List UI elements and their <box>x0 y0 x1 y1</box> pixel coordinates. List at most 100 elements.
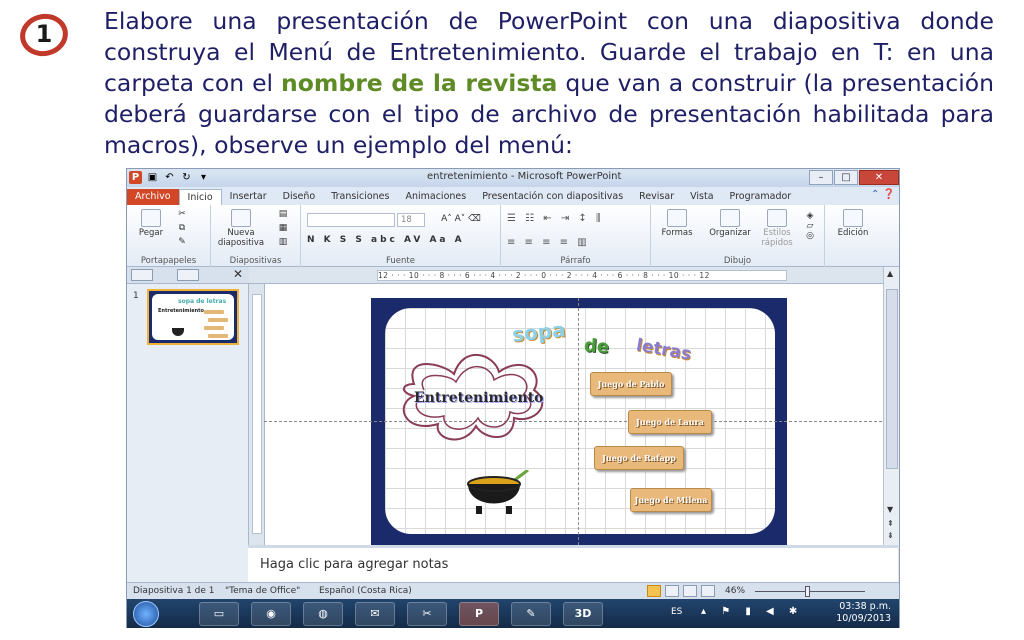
font-grow-shrink-icon[interactable]: A˄ A˅ ⌫ <box>431 214 491 224</box>
editing-label: Edición <box>837 228 869 238</box>
input-language[interactable]: ES <box>671 607 682 617</box>
section-icon[interactable]: ▥ <box>273 237 293 247</box>
scroll-thumb[interactable] <box>886 289 898 469</box>
powerpoint-app-icon[interactable]: P <box>129 171 142 184</box>
save-icon[interactable]: ▣ <box>146 171 159 184</box>
thumbnail-content: sopa de letras Entretenimiento <box>152 294 234 340</box>
clock[interactable]: 03:38 p.m. 10/09/2013 <box>836 601 891 625</box>
language-text[interactable]: Español (Costa Rica) <box>319 586 412 596</box>
vertical-scrollbar[interactable]: ▲ ▼ ⇞ ⇟ <box>883 267 899 546</box>
shapes-icon <box>667 209 687 227</box>
quick-styles-button[interactable]: Estilos rápidos <box>757 209 797 248</box>
format-painter-icon[interactable]: ✎ <box>175 237 189 247</box>
slides-group-label: Diapositivas <box>229 256 282 266</box>
new-slide-button[interactable]: Nueva diapositiva <box>213 209 269 248</box>
powerpoint-taskbar-icon[interactable]: P <box>459 602 499 626</box>
paste-label: Pegar <box>138 228 164 238</box>
tab-presentacion[interactable]: Presentación con diapositivas <box>474 189 631 205</box>
shape-fill-icon[interactable]: ◈ ▱ ◎ <box>801 211 819 241</box>
drawing-group: Formas Organizar Estilos rápidos ◈ ▱ ◎ Dib… <box>651 205 825 267</box>
3d-taskbar-icon[interactable]: 3D <box>563 602 603 626</box>
vertical-ruler <box>249 284 265 546</box>
arrange-button[interactable]: Organizar <box>707 209 753 238</box>
font-name-field[interactable] <box>307 213 395 227</box>
arrange-label: Organizar <box>709 228 751 238</box>
close-button[interactable]: ✕ <box>859 170 899 185</box>
start-button[interactable] <box>133 601 159 627</box>
page: 1 Elabore una presentación de PowerPoint… <box>0 0 1024 640</box>
status-bar: Diapositiva 1 de 1 "Tema de Office" Espa… <box>127 582 899 599</box>
firefox-taskbar-icon[interactable]: ◉ <box>251 602 291 626</box>
normal-view-icon[interactable] <box>647 585 661 597</box>
paste-button[interactable]: Pegar <box>133 209 169 238</box>
editing-group: Edición <box>825 205 885 267</box>
step-number: 1 <box>35 20 53 48</box>
menu-button-pablo[interactable]: Juego de Pablo <box>590 372 672 396</box>
tab-revisar[interactable]: Revisar <box>631 189 682 205</box>
tab-programador[interactable]: Programador <box>722 189 800 205</box>
thumbnail-button-icon <box>204 326 224 330</box>
horizontal-ruler: 12 · · · 10 · · · 8 · · · 6 · · · 4 · · … <box>249 267 899 284</box>
ribbon: Pegar ✂ ⧉ ✎ Portapapeles Nueva diapositi… <box>127 205 899 267</box>
explorer-taskbar-icon[interactable]: ▭ <box>199 602 239 626</box>
zoom-slider[interactable] <box>755 591 865 592</box>
window-controls: – □ ✕ <box>809 170 899 185</box>
align-buttons[interactable]: ≡ ≡ ≡ ≡ ▥ <box>507 237 590 248</box>
tab-inicio[interactable]: Inicio <box>178 189 222 205</box>
previous-slide-icon[interactable]: ⇞ <box>887 519 894 528</box>
title-bar: P ▣ ↶ ↻ ▾ entretenimiento - Microsoft Po… <box>127 169 899 187</box>
font-format-buttons[interactable]: N K S S abc AV Aa A <box>307 235 465 245</box>
list-buttons[interactable]: ☰ ☷ ⇤ ⇥ ↕ ⫼ <box>507 213 604 224</box>
ruler-scale: 12 · · · 10 · · · 8 · · · 6 · · · 4 · · … <box>377 270 787 281</box>
panel-close-icon[interactable]: ✕ <box>233 267 243 281</box>
scroll-down-icon[interactable]: ▼ <box>887 505 893 514</box>
instruction-highlight: nombre de la revista <box>281 69 558 97</box>
slideshow-view-icon[interactable] <box>701 585 715 597</box>
maximize-button[interactable]: □ <box>834 170 858 185</box>
tab-animaciones[interactable]: Animaciones <box>397 189 474 205</box>
notes-pane[interactable]: Haga clic para agregar notas <box>248 545 898 582</box>
help-icon[interactable]: ⌃ ❓ <box>871 189 895 200</box>
thumbnail-button-icon <box>208 334 228 338</box>
zoom-level-text[interactable]: 46% <box>725 586 745 596</box>
snipping-tool-taskbar-icon[interactable]: ✂ <box>407 602 447 626</box>
menu-button-milena[interactable]: Juego de Milena <box>630 488 712 512</box>
tab-insertar[interactable]: Insertar <box>222 189 275 205</box>
tab-transiciones[interactable]: Transiciones <box>323 189 397 205</box>
font-size-field[interactable]: 18 <box>397 213 425 227</box>
chrome-taskbar-icon[interactable]: ◍ <box>303 602 343 626</box>
tab-slides-view[interactable] <box>131 269 153 281</box>
next-slide-icon[interactable]: ⇟ <box>887 531 894 540</box>
tab-outline-view[interactable] <box>177 269 199 281</box>
minimize-button[interactable]: – <box>809 170 833 185</box>
binoculars-icon <box>843 209 863 227</box>
copy-icon[interactable]: ⧉ <box>175 223 189 233</box>
tab-diseno[interactable]: Diseño <box>275 189 324 205</box>
undo-icon[interactable]: ↶ <box>163 171 176 184</box>
system-tray-icons[interactable]: ▴ ⚑ ▮ ◀ ✱ <box>701 606 803 617</box>
reset-icon[interactable]: ▦ <box>273 223 293 233</box>
outlook-taskbar-icon[interactable]: ✉ <box>355 602 395 626</box>
cut-icon[interactable]: ✂ <box>175 209 189 219</box>
slide-thumbnail[interactable]: sopa de letras Entretenimiento <box>147 289 239 345</box>
paint-taskbar-icon[interactable]: ✎ <box>511 602 551 626</box>
horizontal-guide[interactable] <box>264 421 882 422</box>
editing-button[interactable]: Edición <box>833 209 873 238</box>
clipboard-group-label: Portapapeles <box>140 256 197 266</box>
layout-icon[interactable]: ▤ <box>273 209 293 219</box>
thumbnail-number: 1 <box>133 291 139 301</box>
tab-vista[interactable]: Vista <box>682 189 721 205</box>
redo-icon[interactable]: ↻ <box>180 171 193 184</box>
menu-button-rafapp[interactable]: Juego de Rafapp <box>594 446 684 470</box>
arrange-icon <box>720 209 740 227</box>
sorter-view-icon[interactable] <box>665 585 679 597</box>
panel-tabs: ✕ <box>127 267 249 284</box>
customize-qat-icon[interactable]: ▾ <box>197 171 210 184</box>
reading-view-icon[interactable] <box>683 585 697 597</box>
slide-count-text: Diapositiva 1 de 1 <box>133 586 215 596</box>
zoom-slider-handle[interactable] <box>805 586 810 597</box>
tab-archivo[interactable]: Archivo <box>127 189 179 205</box>
scroll-up-icon[interactable]: ▲ <box>887 269 893 278</box>
menu-button-laura[interactable]: Juego de Laura <box>628 410 712 434</box>
shapes-button[interactable]: Formas <box>659 209 695 238</box>
